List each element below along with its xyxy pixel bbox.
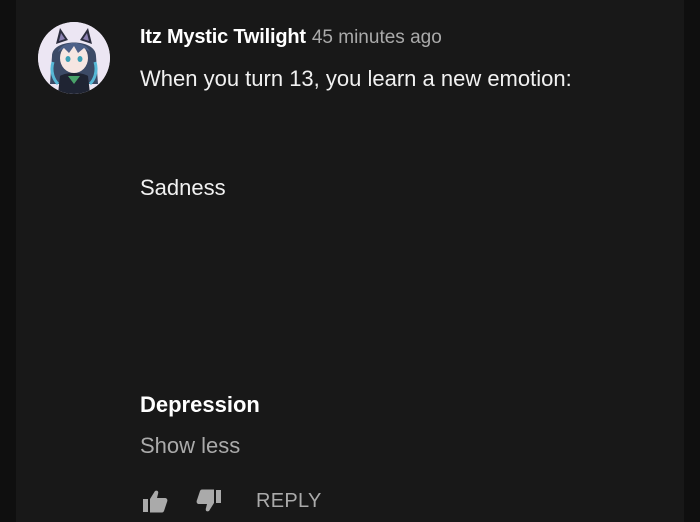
author-name[interactable]: Itz Mystic Twilight	[140, 26, 306, 48]
thumbs-down-icon	[196, 489, 221, 512]
comment-thread: Itz Mystic Twilight 45 minutes ago When y…	[16, 0, 684, 522]
comment-timestamp[interactable]: 45 minutes ago	[312, 27, 442, 48]
show-less-button[interactable]: Show less	[140, 433, 240, 459]
thumbs-up-icon	[143, 490, 168, 513]
page: Itz Mystic Twilight 45 minutes ago When y…	[0, 0, 700, 522]
comment-text-line-2: Sadness	[140, 175, 226, 200]
comment-text-line-1: When you turn 13, you learn a new emotio…	[140, 66, 572, 91]
comment-actions: REPLY	[140, 484, 322, 518]
dislike-button[interactable]	[194, 486, 224, 516]
reply-button[interactable]: REPLY	[256, 490, 322, 513]
avatar[interactable]	[38, 22, 110, 94]
comment-header: Itz Mystic Twilight 45 minutes ago	[140, 26, 442, 49]
comment-text-line-3: Depression	[140, 392, 260, 417]
avatar-image	[38, 22, 110, 94]
like-button[interactable]	[140, 486, 170, 516]
